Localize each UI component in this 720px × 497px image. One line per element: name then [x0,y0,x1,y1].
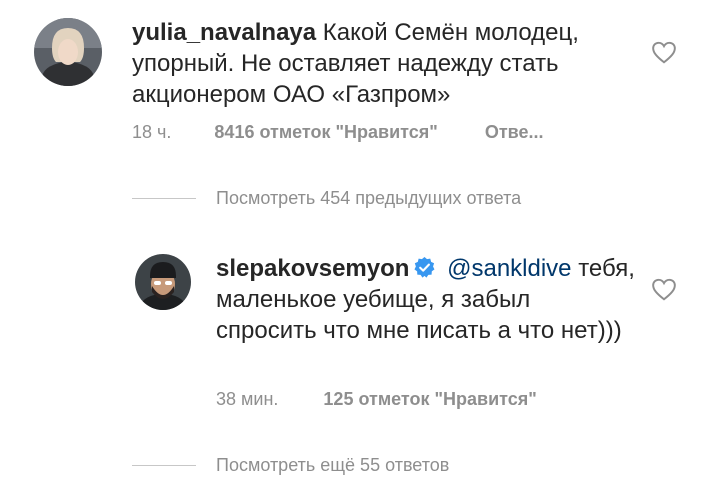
avatar-yulia-navalnaya[interactable] [34,18,102,86]
comment-mention[interactable]: @sankldive [447,255,571,282]
comment-username[interactable]: slepakovsemyon [216,255,409,282]
divider-line [132,464,196,466]
reply-button[interactable]: Отве... [485,122,544,143]
comment-text: slepakovsemyon @sankldive тебя, маленько… [216,253,636,346]
avatar-photo [135,254,191,310]
comment-username[interactable]: yulia_navalnaya [132,19,316,46]
comment-meta: 18 ч. 8416 отметок "Нравится" Отве... [132,122,543,143]
verified-badge-icon [413,256,436,279]
comment-meta: 38 мин. 125 отметок "Нравится" [216,389,537,410]
view-previous-replies[interactable]: Посмотреть 454 предыдущих ответа [132,186,521,210]
comment-likes[interactable]: 125 отметок "Нравится" [323,389,536,410]
view-more-replies[interactable]: Посмотреть ещё 55 ответов [132,453,449,477]
comment-likes[interactable]: 8416 отметок "Нравится" [214,122,437,143]
comment-time: 18 ч. [132,122,172,142]
avatar-photo [34,18,102,86]
comment-text: yulia_navalnaya Какой Семён молодец, упо… [132,17,632,110]
view-replies-label: Посмотреть ещё 55 ответов [216,454,450,475]
view-replies-label: Посмотреть 454 предыдущих ответа [216,187,522,208]
like-heart-icon[interactable] [651,40,677,64]
comment-time: 38 мин. [216,389,279,409]
avatar-slepakovsemyon[interactable] [135,254,191,310]
divider-line [132,197,196,199]
like-heart-icon[interactable] [651,277,677,301]
